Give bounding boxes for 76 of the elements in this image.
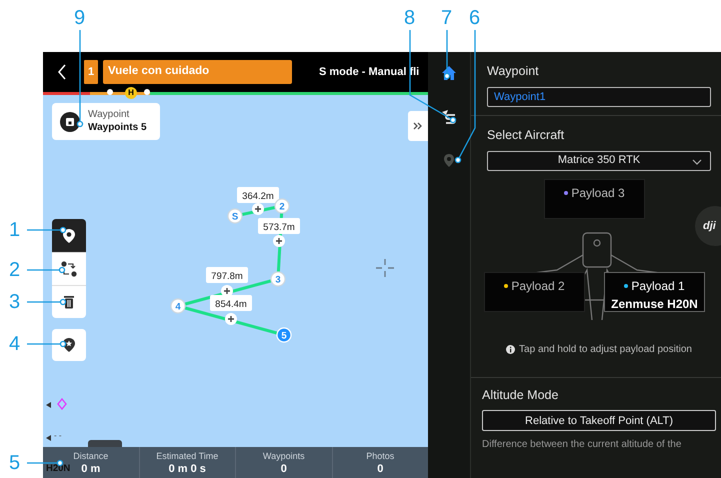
hint-text: Tap and hold to adjust payload position bbox=[519, 342, 692, 356]
poi-button[interactable] bbox=[52, 329, 86, 361]
double-chevron-icon bbox=[413, 122, 423, 130]
payload-label: Payload 2 bbox=[511, 278, 565, 294]
mission-card[interactable]: Waypoint Waypoints 5 bbox=[52, 103, 160, 140]
callout-number: 8 bbox=[404, 8, 416, 28]
distance-label: 364.2m bbox=[237, 187, 279, 203]
callout-number: 4 bbox=[9, 334, 20, 354]
payload-label: Payload 1 bbox=[631, 278, 685, 294]
leader-line bbox=[27, 340, 66, 348]
waypoint-count: Waypoints 5 bbox=[88, 121, 147, 135]
altitude-mode-button[interactable]: Relative to Takeoff Point (ALT) bbox=[482, 410, 716, 432]
camera-thumbnail[interactable] bbox=[88, 440, 122, 447]
aircraft-dropdown[interactable]: Matrice 350 RTK bbox=[487, 150, 711, 170]
chevron-down-icon bbox=[692, 158, 702, 164]
leader-line bbox=[27, 226, 66, 234]
pointer-icon bbox=[46, 402, 51, 408]
stat-label: Waypoints bbox=[262, 451, 305, 462]
pin-icon bbox=[443, 153, 455, 168]
route-icon bbox=[441, 109, 457, 125]
camera-label: H20N bbox=[46, 462, 70, 476]
description-text: Difference between the current altitude of the bbox=[482, 438, 682, 452]
field-label: Altitude Mode bbox=[482, 386, 560, 404]
pointer-icon bbox=[46, 435, 51, 441]
distance-label: 797.8m bbox=[206, 267, 248, 283]
sidebar-tab[interactable] bbox=[441, 109, 457, 125]
timeline-dot bbox=[144, 89, 150, 95]
flight-mode: S mode - Manual fli bbox=[319, 64, 420, 80]
pin-icon bbox=[62, 228, 76, 244]
crosshair-icon bbox=[375, 258, 395, 278]
home-marker: H bbox=[125, 87, 137, 99]
callout-number: 6 bbox=[469, 8, 480, 28]
reverse-route-icon bbox=[61, 261, 77, 277]
stat-value: 0 m bbox=[81, 462, 100, 476]
warning-banner: Vuele con cuidado bbox=[103, 60, 292, 84]
distance-label: 573.7m bbox=[258, 218, 300, 234]
stat-value: 0 m 0 s bbox=[168, 462, 206, 476]
payload-model: Zenmuse H20N bbox=[611, 296, 698, 312]
back-icon[interactable] bbox=[57, 64, 67, 80]
warning-count: 1 bbox=[84, 60, 98, 84]
field-label: Waypoint bbox=[487, 63, 540, 80]
map-tool-button[interactable] bbox=[52, 219, 86, 252]
leader-line bbox=[27, 266, 66, 274]
callout-number: 2 bbox=[9, 260, 20, 280]
add-waypoint-icon[interactable] bbox=[252, 203, 264, 215]
marker-label: - - bbox=[54, 430, 62, 442]
info-icon bbox=[506, 344, 516, 354]
field-label: Select Aircraft bbox=[487, 126, 566, 144]
callout-number: 5 bbox=[9, 453, 20, 473]
logo: dji bbox=[695, 206, 721, 246]
mission-type: Waypoint bbox=[88, 108, 130, 121]
callout-number: 9 bbox=[74, 8, 86, 28]
diamond-icon bbox=[57, 398, 67, 410]
map-tool-button[interactable] bbox=[52, 285, 86, 318]
stat-value: 0 bbox=[377, 462, 384, 476]
distance-label: 854.4m bbox=[210, 295, 252, 311]
payload-label: Payload 3 bbox=[571, 184, 625, 202]
add-waypoint-icon[interactable] bbox=[273, 235, 285, 247]
payload-slot[interactable]: Payload 2 bbox=[484, 272, 585, 312]
stat-label: Photos bbox=[366, 451, 394, 462]
trash-icon bbox=[63, 295, 75, 309]
stat-label: Distance bbox=[73, 451, 108, 462]
callout-number: 3 bbox=[9, 292, 20, 312]
stat-label: Estimated Time bbox=[156, 451, 218, 462]
expand-button[interactable] bbox=[408, 111, 428, 141]
payload-slot[interactable]: Payload 1 Zenmuse H20N bbox=[604, 272, 705, 312]
payload-slot[interactable]: Payload 3 bbox=[544, 178, 645, 218]
leader-line bbox=[27, 298, 66, 306]
waypoint-name-field[interactable]: Waypoint1 bbox=[487, 86, 711, 107]
callout-number: 1 bbox=[9, 220, 20, 240]
timeline-dot bbox=[107, 89, 113, 95]
map-tool-button[interactable] bbox=[52, 252, 86, 285]
callout-number: 7 bbox=[441, 8, 452, 28]
save-icon bbox=[60, 112, 80, 132]
stat-value: 0 bbox=[280, 462, 287, 476]
add-waypoint-icon[interactable] bbox=[225, 313, 237, 325]
